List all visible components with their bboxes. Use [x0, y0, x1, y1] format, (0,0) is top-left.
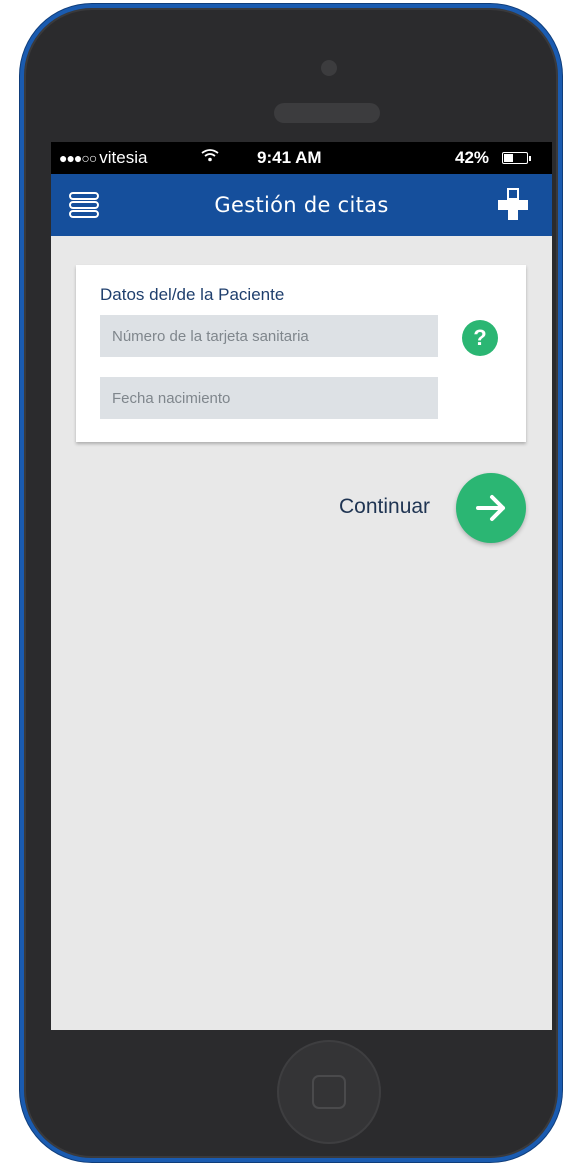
status-time: 9:41 AM: [257, 148, 322, 167]
battery-tip: [529, 156, 531, 161]
home-button[interactable]: [277, 1040, 381, 1144]
patient-section-title: Datos del/de la Paciente: [100, 285, 285, 304]
wifi-icon: [201, 148, 219, 167]
battery-percent: 42%: [455, 148, 490, 167]
patient-data-card: Datos del/de la Paciente ?: [76, 265, 526, 442]
arrow-right-icon: [476, 495, 505, 521]
health-card-number-input[interactable]: [100, 315, 438, 357]
app-screen: ●●●○○ vitesia 9:41 AM 42% Gestión de cita…: [51, 142, 552, 1030]
carrier-name: vitesia: [99, 148, 148, 167]
signal-strength-icon: ●●●○○: [59, 150, 97, 166]
birth-date-input[interactable]: [100, 377, 438, 419]
battery-icon: [502, 152, 528, 164]
home-square-icon: [312, 1075, 346, 1109]
continue-button[interactable]: [456, 473, 526, 543]
page-title: Gestión de citas: [214, 193, 389, 217]
continue-label[interactable]: Continuar: [339, 495, 430, 519]
question-mark-icon[interactable]: ?: [462, 320, 498, 356]
health-cross-logo-icon[interactable]: [497, 188, 529, 222]
carrier-info: ●●●○○ vitesia: [59, 148, 147, 168]
battery-level: [504, 154, 513, 162]
status-bar: ●●●○○ vitesia 9:41 AM 42%: [51, 142, 552, 174]
earpiece-speaker: [274, 103, 380, 123]
camera-lens: [321, 60, 337, 76]
app-header: Gestión de citas: [51, 174, 552, 236]
